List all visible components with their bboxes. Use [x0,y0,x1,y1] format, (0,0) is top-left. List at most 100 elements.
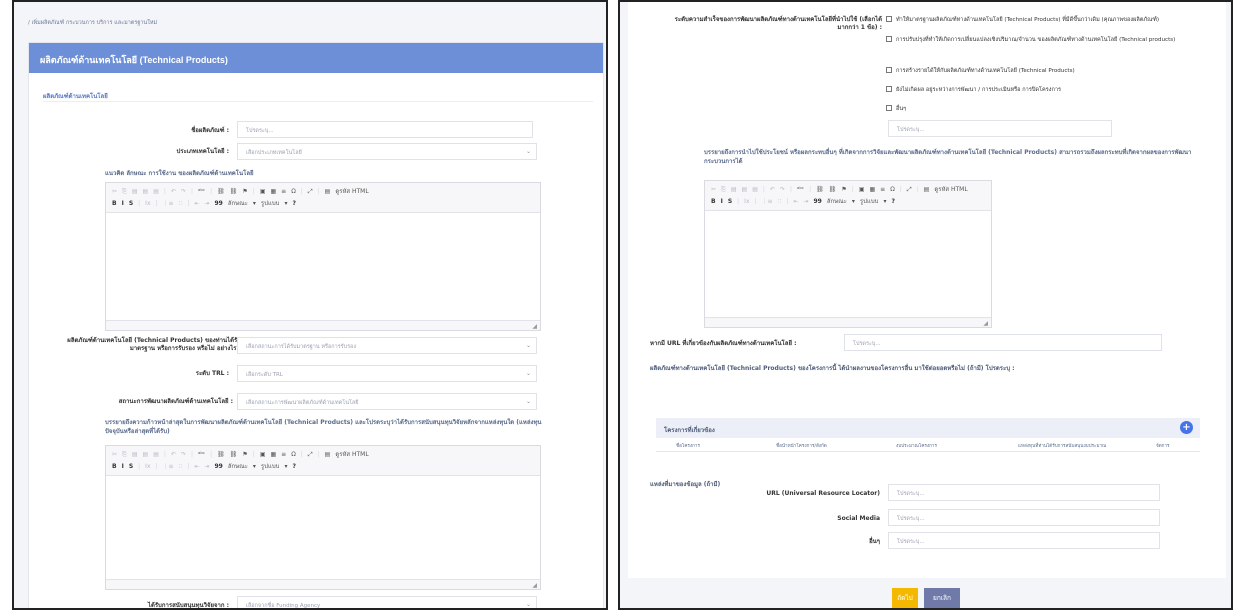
dev-status-select[interactable]: เลือกสถานะการพัฒนาผลิตภัณฑ์ด้านเทคโนโลยี… [237,393,537,410]
paste-word-icon[interactable]: ▤ [153,449,159,461]
indent-icon[interactable]: ⇥ [803,196,808,208]
unlink-icon[interactable]: ⛓ [230,449,238,461]
spellcheck-icon[interactable]: ᵃᵇᶜ [797,184,804,196]
paste-icon[interactable]: ▤ [731,184,737,196]
remove-format-icon[interactable]: Ix [145,198,150,210]
checkbox[interactable] [886,86,892,92]
redo-icon[interactable]: ↷ [780,184,785,196]
resize-grip-icon[interactable]: ◢ [983,320,988,327]
strike-icon[interactable]: S [728,196,732,208]
checkbox[interactable] [886,16,892,22]
paste-icon[interactable]: ▤ [132,449,138,461]
resize-grip-icon[interactable]: ◢ [532,582,537,589]
italic-icon[interactable]: I [122,461,124,473]
source-url-input[interactable]: โปรดระบุ... [888,484,1160,501]
success-option-1[interactable]: ทำให้มาตรฐานผลิตภัณฑ์ทางด้านเทคโนโลยี (T… [886,16,1206,24]
product-name-input[interactable]: โปรดระบุ... [237,121,533,138]
link-icon[interactable]: ⛓ [217,449,225,461]
style-dropdown[interactable]: ลักษณะ [228,198,248,210]
remove-format-icon[interactable]: Ix [145,461,150,473]
bold-icon[interactable]: B [112,461,117,473]
maximize-icon[interactable]: ⤢ [308,449,313,461]
numbered-list-icon[interactable]: ⋮≡ [163,461,174,473]
source-label[interactable]: ดูรหัส HTML [335,186,368,198]
trl-select[interactable]: เลือกระดับ TRL ⌄ [237,365,537,382]
source-icon[interactable]: ▤ [325,186,331,198]
add-project-button[interactable]: + [1180,421,1193,434]
chevron-down-icon[interactable]: ▾ [852,196,855,208]
hr-icon[interactable]: ≡ [281,186,286,198]
success-other-input[interactable]: โปรดระบุ... [888,120,1112,137]
blockquote-icon[interactable]: 99 [214,461,222,473]
redo-icon[interactable]: ↷ [181,449,186,461]
anchor-icon[interactable]: ⚑ [242,186,247,198]
hr-icon[interactable]: ≡ [880,184,885,196]
format-dropdown[interactable]: รูปแบบ [860,196,879,208]
help-icon[interactable]: ? [891,196,894,208]
cancel-button[interactable]: ยกเลิก [924,588,960,608]
next-button[interactable]: ถัดไป [892,588,918,608]
bullet-list-icon[interactable]: ∷ [179,461,183,473]
source-label[interactable]: ดูรหัส HTML [934,184,967,196]
special-char-icon[interactable]: Ω [291,449,296,461]
redo-icon[interactable]: ↷ [181,186,186,198]
copy-icon[interactable]: ⎘ [122,186,127,198]
blockquote-icon[interactable]: 99 [813,196,821,208]
link-icon[interactable]: ⛓ [816,184,824,196]
concept-rich-editor[interactable]: ✂ ⎘ ▤ ▤ ▤ | ↶ ↷ | ᵃᵇᶜ | ⛓ ⛓ ⚑ | ▣ ▦ ≡ Ω | ⤢ | ▤ ดูรหัส HTML BIS… [105,182,541,331]
paste-text-icon[interactable]: ▤ [143,449,149,461]
success-option-3[interactable]: การสร้างรายได้ให้กับผลิตภัณฑ์ทางด้านเทคโ… [886,67,1196,75]
source-icon[interactable]: ▤ [325,449,331,461]
chevron-down-icon[interactable]: ▾ [253,461,256,473]
undo-icon[interactable]: ↶ [770,184,775,196]
paste-icon[interactable]: ▤ [132,186,138,198]
special-char-icon[interactable]: Ω [291,186,296,198]
maximize-icon[interactable]: ⤢ [907,184,912,196]
anchor-icon[interactable]: ⚑ [242,449,247,461]
benefit-rich-editor[interactable]: ✂ ⎘ ▤ ▤ ▤ | ↶ ↷ | ᵃᵇᶜ | ⛓ ⛓ ⚑ | ▣ ▦ ≡ Ω | ⤢ | ▤ ดูรหัส HTML BIS… [704,180,992,328]
success-option-5[interactable]: อื่นๆ [886,105,1196,113]
source-icon[interactable]: ▤ [924,184,930,196]
blockquote-icon[interactable]: 99 [214,198,222,210]
tech-type-select[interactable]: เลือกประเภทเทคโนโลยี ⌄ [237,143,537,160]
copy-icon[interactable]: ⎘ [122,449,127,461]
table-icon[interactable]: ▦ [271,449,277,461]
bullet-list-icon[interactable]: ∷ [179,198,183,210]
chevron-down-icon[interactable]: ▾ [284,198,287,210]
outdent-icon[interactable]: ⇤ [793,196,798,208]
numbered-list-icon[interactable]: ⋮≡ [762,196,773,208]
table-icon[interactable]: ▦ [870,184,876,196]
image-icon[interactable]: ▣ [260,186,266,198]
format-dropdown[interactable]: รูปแบบ [261,461,280,473]
help-icon[interactable]: ? [292,461,295,473]
hr-icon[interactable]: ≡ [281,449,286,461]
checkbox[interactable] [886,36,892,42]
success-option-4[interactable]: ยังไม่เกิดผล อยู่ระหว่างการพัฒนา / การปร… [886,86,1196,94]
indent-icon[interactable]: ⇥ [204,461,209,473]
funding-select[interactable]: เลือกจากชื่อ Funding Agency ⌄ [237,596,537,608]
progress-rich-editor[interactable]: ✂ ⎘ ▤ ▤ ▤ | ↶ ↷ | ᵃᵇᶜ | ⛓ ⛓ ⚑ | ▣ ▦ ≡ Ω | ⤢ | ▤ ดูรหัส HTML BIS… [105,445,541,590]
indent-icon[interactable]: ⇥ [204,198,209,210]
paste-text-icon[interactable]: ▤ [143,186,149,198]
success-option-2[interactable]: การปรับปรุงที่ทำให้เกิดการเปลี่ยนแปลงเชิ… [886,36,1196,44]
unlink-icon[interactable]: ⛓ [230,186,238,198]
chevron-down-icon[interactable]: ▾ [284,461,287,473]
social-media-input[interactable]: โปรดระบุ... [888,509,1160,526]
spellcheck-icon[interactable]: ᵃᵇᶜ [198,186,205,198]
help-icon[interactable]: ? [292,198,295,210]
unlink-icon[interactable]: ⛓ [829,184,837,196]
source-label[interactable]: ดูรหัส HTML [335,449,368,461]
undo-icon[interactable]: ↶ [171,186,176,198]
breadcrumb[interactable]: / เพิ่มผลิตภัณฑ์ กระบวนการ บริการ และมาต… [28,19,157,27]
format-dropdown[interactable]: รูปแบบ [261,198,280,210]
anchor-icon[interactable]: ⚑ [841,184,846,196]
link-icon[interactable]: ⛓ [217,186,225,198]
checkbox[interactable] [886,67,892,73]
cut-icon[interactable]: ✂ [112,449,117,461]
numbered-list-icon[interactable]: ⋮≡ [163,198,174,210]
style-dropdown[interactable]: ลักษณะ [827,196,847,208]
strike-icon[interactable]: S [129,461,133,473]
copy-icon[interactable]: ⎘ [721,184,726,196]
image-icon[interactable]: ▣ [859,184,865,196]
certification-select[interactable]: เลือกสถานะการได้รับมาตรฐาน หรือการรับรอง… [237,337,537,354]
